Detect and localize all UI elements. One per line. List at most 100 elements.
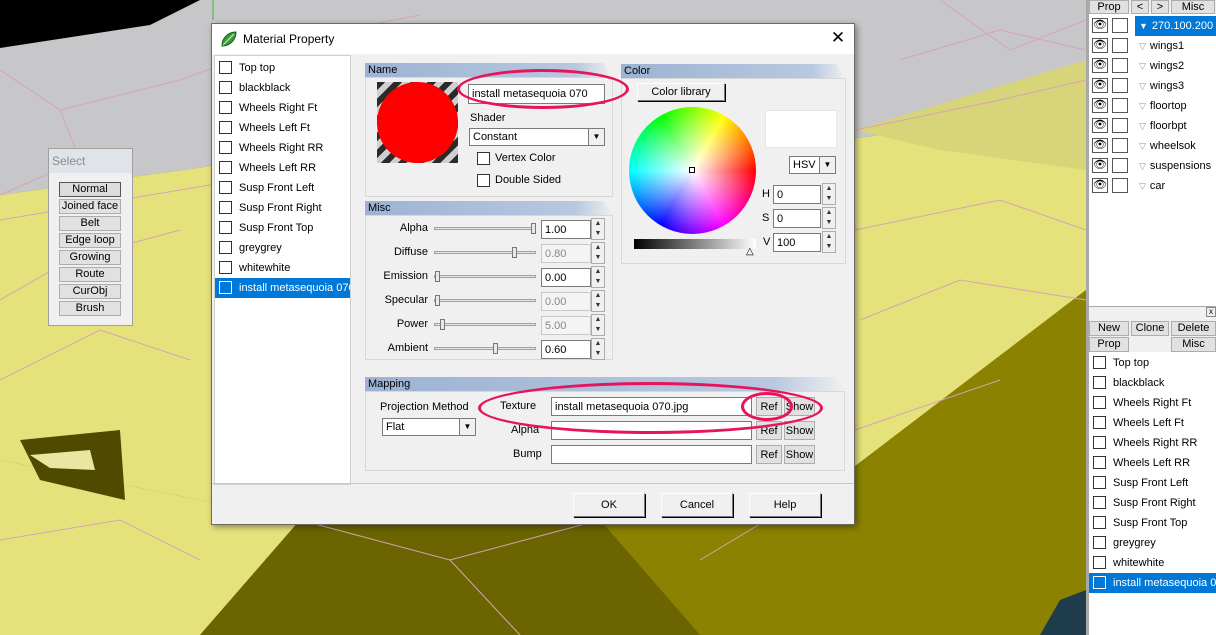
object-list-item[interactable]: 👁 ▽ wheelsok [1089,136,1216,156]
misc-spinner[interactable]: ▲ ▼ [591,218,605,240]
color-mode-select[interactable]: HSV ▼ [789,156,836,174]
misc-slider[interactable] [434,247,536,258]
material-list-item[interactable]: Susp Front Top [215,218,350,238]
material-panel-item[interactable]: Wheels Right Ft [1089,393,1216,413]
object-list-item[interactable]: 👁 ▽ suspensions [1089,156,1216,176]
misc-slider-thumb[interactable] [440,319,445,330]
object-list-item[interactable]: 👁 ▽ car [1089,176,1216,196]
collapse-icon[interactable]: ▽ [1139,141,1146,151]
material-panel-checkbox[interactable] [1093,436,1106,449]
s-spinner[interactable]: ▲ ▼ [822,207,836,229]
ok-button[interactable]: OK [573,493,645,517]
material-list-item[interactable]: Top top [215,58,350,78]
material-visibility-checkbox[interactable] [219,121,232,134]
eye-icon[interactable]: 👁 [1092,58,1108,73]
object-list-item[interactable]: 👁 ▼ 270.100.200 [1089,16,1216,36]
eye-icon[interactable]: 👁 [1092,138,1108,153]
material-panel-item[interactable]: Susp Front Top [1089,513,1216,533]
color-wheel[interactable] [629,107,756,234]
material-panel-item[interactable]: greygrey [1089,533,1216,553]
h-input[interactable]: 0 [773,185,821,204]
lock-toggle[interactable] [1112,118,1128,133]
eye-icon[interactable]: 👁 [1092,78,1108,93]
misc-slider[interactable] [434,223,536,234]
expand-icon[interactable]: ▼ [1139,21,1148,31]
lock-toggle[interactable] [1112,178,1128,193]
object-list-item[interactable]: 👁 ▽ floortop [1089,96,1216,116]
misc-spinner[interactable]: ▲ ▼ [591,338,605,360]
collapse-icon[interactable]: ▽ [1139,181,1146,191]
material-visibility-checkbox[interactable] [219,221,232,234]
material-panel-checkbox[interactable] [1093,416,1106,429]
material-misc-tab[interactable]: Misc [1171,337,1216,352]
select-mode-button[interactable]: Route [59,267,121,282]
material-visibility-checkbox[interactable] [219,101,232,114]
object-list-item[interactable]: 👁 ▽ wings2 [1089,56,1216,76]
bump-map-input[interactable] [551,445,752,464]
select-mode-button[interactable]: CurObj [59,284,121,299]
v-spinner[interactable]: ▲ ▼ [822,231,836,253]
lock-toggle[interactable] [1112,18,1128,33]
dialog-titlebar[interactable]: Material Property ✕ [212,24,854,54]
material-panel-item[interactable]: Wheels Left Ft [1089,413,1216,433]
material-visibility-checkbox[interactable] [219,261,232,274]
material-panel-checkbox[interactable] [1093,456,1106,469]
double-sided-checkbox[interactable] [477,174,490,187]
cancel-button[interactable]: Cancel [661,493,733,517]
projection-method-select[interactable]: Flat ▼ [382,418,476,436]
material-visibility-checkbox[interactable] [219,161,232,174]
eye-icon[interactable]: 👁 [1092,158,1108,173]
material-panel-item[interactable]: Wheels Left RR [1089,453,1216,473]
material-panel-checkbox[interactable] [1093,576,1106,589]
collapse-icon[interactable]: ▽ [1139,41,1146,51]
material-panel-item[interactable]: Susp Front Right [1089,493,1216,513]
lock-toggle[interactable] [1112,78,1128,93]
misc-spinner[interactable]: ▲ ▼ [591,242,605,264]
misc-value-input[interactable]: 0.80 [541,244,591,263]
material-clone-button[interactable]: Clone [1131,321,1169,336]
material-list-item[interactable]: greygrey [215,238,350,258]
material-panel-item[interactable]: blackblack [1089,373,1216,393]
material-visibility-checkbox[interactable] [219,181,232,194]
material-list-item[interactable]: Susp Front Right [215,198,350,218]
dialog-material-list[interactable]: Top top blackblack Wheels Right Ft Wheels L… [214,55,351,485]
material-panel-checkbox[interactable] [1093,376,1106,389]
material-panel-close-icon[interactable]: x [1206,307,1216,317]
misc-value-input[interactable]: 5.00 [541,316,591,335]
material-new-button[interactable]: New [1089,321,1129,336]
brightness-slider[interactable] [634,239,756,249]
material-list-item[interactable]: Wheels Right RR [215,138,350,158]
material-visibility-checkbox[interactable] [219,141,232,154]
material-visibility-checkbox[interactable] [219,281,232,294]
material-list-item[interactable]: install metasequoia 070 [215,278,350,298]
bump-show-button[interactable]: Show [784,445,815,464]
material-list-item[interactable]: blackblack [215,78,350,98]
eye-icon[interactable]: 👁 [1092,98,1108,113]
misc-spinner[interactable]: ▲ ▼ [591,266,605,288]
color-library-button[interactable]: Color library [637,83,725,101]
lock-toggle[interactable] [1112,158,1128,173]
material-visibility-checkbox[interactable] [219,241,232,254]
close-icon[interactable]: ✕ [828,28,848,48]
misc-value-input[interactable]: 0.00 [541,268,591,287]
misc-slider-thumb[interactable] [435,295,440,306]
s-input[interactable]: 0 [773,209,821,228]
material-panel-checkbox[interactable] [1093,536,1106,549]
object-prev-tab[interactable]: < [1131,0,1149,14]
material-panel-item[interactable]: Top top [1089,353,1216,373]
misc-slider[interactable] [434,271,536,282]
misc-slider[interactable] [434,343,536,354]
brightness-slider-thumb[interactable]: △ [746,247,754,257]
misc-slider-thumb[interactable] [493,343,498,354]
material-visibility-checkbox[interactable] [219,201,232,214]
select-mode-button[interactable]: Normal [59,182,121,197]
material-prop-tab[interactable]: Prop [1089,337,1129,352]
material-panel-checkbox[interactable] [1093,356,1106,369]
v-input[interactable]: 100 [773,233,821,252]
material-list-item[interactable]: Wheels Right Ft [215,98,350,118]
material-panel-checkbox[interactable] [1093,476,1106,489]
lock-toggle[interactable] [1112,138,1128,153]
eye-icon[interactable]: 👁 [1092,178,1108,193]
misc-slider[interactable] [434,319,536,330]
material-panel-checkbox[interactable] [1093,516,1106,529]
